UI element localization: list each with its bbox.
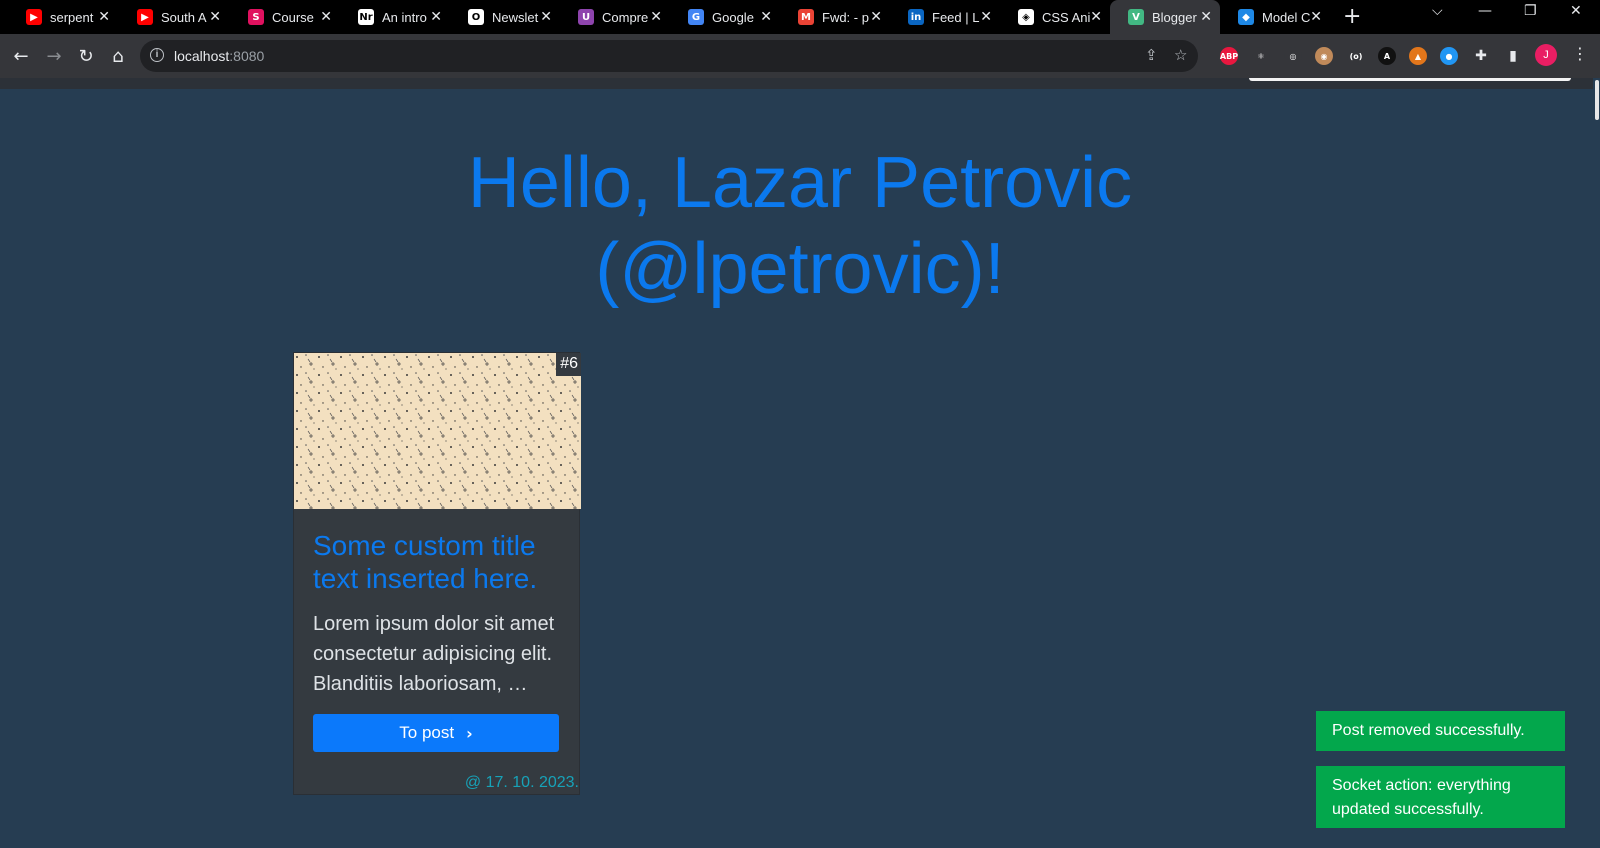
tab-title: An intro (382, 9, 427, 25)
new-tab-button[interactable]: + (1343, 4, 1361, 29)
toast-post-removed[interactable]: Post removed successfully. (1316, 711, 1565, 751)
greeting-name: Hello, Lazar Petrovic (467, 143, 1133, 223)
side-panel-icon[interactable]: ▮ (1504, 47, 1522, 65)
dropdown-edge (1249, 78, 1571, 81)
thumbnail-pattern (294, 353, 581, 509)
metamask-icon[interactable]: ▲ (1409, 47, 1427, 65)
a-extension-icon[interactable]: A (1378, 47, 1396, 65)
forward-button[interactable]: → (41, 43, 67, 69)
close-tab-icon[interactable]: ✕ (430, 9, 442, 25)
close-tab-icon[interactable]: ✕ (1090, 9, 1102, 25)
react-devtools-icon[interactable]: ⚛ (1252, 47, 1270, 65)
close-tab-icon[interactable]: ✕ (1200, 9, 1212, 25)
newsletter-icon: O (468, 9, 484, 25)
tab-title: Compre (602, 9, 649, 25)
course-icon: S (248, 9, 264, 25)
browser-tab[interactable]: Nr An intro ✕ (340, 0, 450, 34)
google-translate-icon: G (688, 9, 704, 25)
greeting-username: (@lpetrovic)! (595, 229, 1005, 309)
close-tab-icon[interactable]: ✕ (209, 9, 221, 25)
browser-toolbar: ← → ↻ ⌂ i localhost:8080 ⇪ ☆ ABP ⚛ ◎ ◉ (o) A ▲… (0, 34, 1600, 78)
tab-title: Model C (1262, 9, 1310, 25)
close-tab-icon[interactable]: ✕ (1310, 9, 1322, 25)
target-icon[interactable]: ◎ (1284, 47, 1302, 65)
close-tab-icon[interactable]: ✕ (320, 9, 332, 25)
close-window-button[interactable]: ✕ (1570, 3, 1582, 19)
close-tab-icon[interactable]: ✕ (98, 9, 110, 25)
bookmark-star-icon[interactable]: ☆ (1174, 46, 1187, 64)
codepen-icon: ◈ (1018, 9, 1034, 25)
share-icon[interactable]: ⇪ (1145, 46, 1158, 64)
browser-tab[interactable]: S Course ✕ (230, 0, 340, 34)
tab-title: Newslet (492, 9, 539, 25)
tab-title: serpent (50, 9, 94, 25)
dots-extension-icon[interactable]: ● (1440, 47, 1458, 65)
youtube-icon: ▶ (26, 9, 42, 25)
cube-icon: ◆ (1238, 9, 1254, 25)
close-tab-icon[interactable]: ✕ (870, 9, 882, 25)
tab-title: Feed | L (932, 9, 980, 25)
tab-search-icon[interactable]: ⌵ (1432, 3, 1443, 19)
browser-tab[interactable]: in Feed | L ✕ (890, 0, 1000, 34)
url-port: :8080 (229, 48, 265, 64)
gmail-icon: M (798, 9, 814, 25)
close-tab-icon[interactable]: ✕ (540, 9, 552, 25)
code-extension-icon[interactable]: (o) (1347, 47, 1365, 65)
reload-button[interactable]: ↻ (73, 43, 99, 69)
url-host: localhost (174, 48, 230, 64)
compress-icon: U (578, 9, 594, 25)
extensions-puzzle-icon[interactable]: ✚ (1472, 47, 1490, 65)
browser-menu-icon[interactable]: ⋮ (1572, 44, 1588, 63)
browser-tab[interactable]: ◈ CSS Ani ✕ (1000, 0, 1110, 34)
post-card: #6 Some custom title text inserted here.… (293, 352, 581, 795)
tab-title: CSS Ani (1042, 9, 1090, 25)
close-tab-icon[interactable]: ✕ (650, 9, 662, 25)
browser-tab[interactable]: V Blogger ✕ (1110, 0, 1220, 34)
tab-strip: ▶ serpent ✕ ▶ South A ✕ S Course ✕ Nr An intro ✕ O Ne… (0, 0, 1600, 34)
post-excerpt: Lorem ipsum dolor sit amet consectetur a… (313, 613, 555, 695)
to-post-label: To post (399, 723, 455, 742)
post-id-badge: #6 (556, 353, 581, 376)
linkedin-icon: in (908, 9, 924, 25)
owl-extension-icon[interactable]: ◉ (1315, 47, 1333, 65)
post-title: Some custom title text inserted here. (313, 530, 538, 594)
tab-title: Blogger (1152, 9, 1197, 25)
chevron-right-icon: › (466, 723, 473, 743)
restore-button[interactable]: ❐ (1524, 3, 1537, 19)
post-thumbnail: #6 (294, 353, 581, 509)
tab-title: Google (712, 9, 754, 25)
browser-tab[interactable]: O Newslet ✕ (450, 0, 560, 34)
tab-title: Course (272, 9, 314, 25)
back-button[interactable]: ← (8, 43, 34, 69)
site-info-icon[interactable]: i (150, 48, 164, 62)
close-tab-icon[interactable]: ✕ (980, 9, 992, 25)
app-navbar (0, 78, 1600, 89)
close-tab-icon[interactable]: ✕ (760, 9, 772, 25)
nr-icon: Nr (358, 9, 374, 25)
youtube-icon: ▶ (137, 9, 153, 25)
page-greeting: Hello, Lazar Petrovic (@lpetrovic)! (0, 140, 1600, 312)
browser-tab[interactable]: ▶ serpent ✕ (8, 0, 118, 34)
browser-tab[interactable]: M Fwd: - p ✕ (780, 0, 890, 34)
browser-tab[interactable]: U Compre ✕ (560, 0, 670, 34)
to-post-button[interactable]: To post › (313, 714, 559, 752)
vue-icon: V (1128, 9, 1144, 25)
browser-tab[interactable]: G Google ✕ (670, 0, 780, 34)
post-date: @ 17. 10. 2023. (464, 774, 579, 791)
browser-tab[interactable]: ▶ South A ✕ (119, 0, 229, 34)
tab-title: Fwd: - p (822, 9, 869, 25)
address-bar[interactable]: i localhost:8080 ⇪ ☆ (140, 40, 1198, 72)
browser-tab[interactable]: ◆ Model C ✕ (1220, 0, 1330, 34)
adblock-plus-icon[interactable]: ABP (1220, 47, 1238, 65)
url-text[interactable]: localhost:8080 (174, 48, 264, 64)
minimize-button[interactable]: — (1478, 3, 1492, 19)
tab-title: South A (161, 9, 207, 25)
profile-avatar[interactable]: J (1535, 44, 1557, 66)
scrollbar-thumb[interactable] (1595, 80, 1599, 120)
toast-socket-updated[interactable]: Socket action: everything updated succes… (1316, 766, 1565, 828)
home-button[interactable]: ⌂ (105, 43, 131, 69)
